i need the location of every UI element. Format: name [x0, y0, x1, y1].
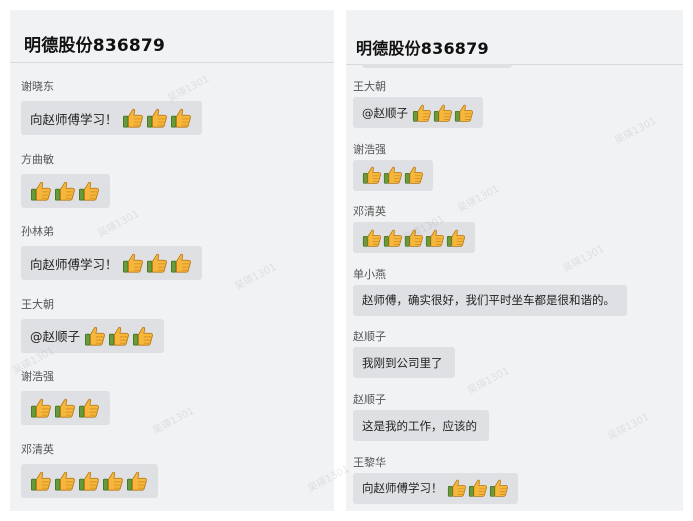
chat-header: 明德股份836879: [10, 10, 334, 63]
message-text: 向赵师傅学习！: [362, 481, 443, 496]
partial-message-bubble: [362, 64, 512, 68]
thumbs-up-icon: [78, 397, 100, 419]
group-title: 明德股份836879: [356, 39, 489, 58]
thumbs-up-icon: [30, 470, 52, 492]
message-bubble[interactable]: 向赵师傅学习！: [21, 246, 202, 281]
thumbs-up-icon: [30, 397, 52, 419]
thumbs-up-icon: [84, 325, 106, 347]
message-bubble[interactable]: 向赵师傅学习！: [353, 472, 518, 504]
sender-name[interactable]: 王大朝: [21, 296, 54, 312]
sender-name[interactable]: 王大朝: [353, 78, 386, 94]
thumbs-up-icon: [383, 228, 403, 248]
thumbs-up-icon: [404, 165, 424, 185]
thumbs-up-icon: [122, 252, 144, 274]
sender-name[interactable]: 单小燕: [353, 266, 386, 282]
sender-name[interactable]: 赵顺子: [353, 328, 386, 344]
thumbs-up-icon: [54, 180, 76, 202]
message-bubble[interactable]: @赵顺子: [21, 318, 165, 353]
sender-name[interactable]: 孙林弟: [21, 223, 54, 239]
thumbs-up-icon: [30, 180, 52, 202]
thumbs-up-icon: [132, 325, 154, 347]
message-text: @赵顺子: [362, 105, 408, 120]
chat-header: 明德股份836879: [346, 10, 683, 65]
thumbs-up-icon: [447, 478, 467, 498]
message-bubble[interactable]: 向赵师傅学习！: [21, 101, 202, 135]
message-bubble[interactable]: 赵师傅，确实很好，我们平时坐车都是很和谐的。: [353, 284, 627, 316]
thumbs-up-icon: [425, 228, 445, 248]
thumbs-up-icon: [146, 252, 168, 274]
chat-panel-right: 明德股份836879 王大朝 @赵顺子谢浩强邓清英单小燕赵师傅，确实很好，我们平时…: [346, 10, 683, 511]
thumbs-up-icon: [383, 165, 403, 185]
thumbs-up-icon: [126, 470, 148, 492]
message-bubble[interactable]: 我刚到公司里了: [353, 347, 455, 379]
thumbs-up-icon: [146, 107, 168, 129]
thumbs-up-icon: [122, 107, 144, 129]
message-text: 赵师傅，确实很好，我们平时坐车都是很和谐的。: [362, 293, 615, 308]
thumbs-up-icon: [468, 478, 488, 498]
sender-name[interactable]: 谢浩强: [353, 141, 386, 157]
thumbs-up-icon: [454, 103, 474, 123]
message-bubble[interactable]: [353, 222, 475, 254]
sender-name[interactable]: 方曲敏: [21, 151, 54, 167]
thumbs-up-icon: [433, 103, 453, 123]
thumbs-up-icon: [102, 470, 124, 492]
thumbs-up-icon: [78, 180, 100, 202]
message-text: 向赵师傅学习！: [30, 256, 118, 272]
message-bubble[interactable]: 这是我的工作，应该的: [353, 410, 489, 441]
message-bubble[interactable]: [21, 464, 158, 498]
group-title: 明德股份836879: [24, 36, 165, 56]
message-text: 我刚到公司里了: [362, 355, 443, 370]
thumbs-up-icon: [362, 228, 382, 248]
sender-name[interactable]: 王黎华: [353, 454, 386, 470]
sender-name[interactable]: 赵顺子: [353, 391, 386, 407]
message-text: @赵顺子: [30, 329, 81, 345]
message-text: 向赵师傅学习！: [30, 111, 118, 127]
thumbs-up-icon: [170, 252, 192, 274]
thumbs-up-icon: [78, 470, 100, 492]
sender-name[interactable]: 邓清英: [21, 441, 54, 457]
message-bubble[interactable]: @赵顺子: [353, 97, 483, 128]
thumbs-up-icon: [404, 228, 424, 248]
sender-name[interactable]: 谢晓东: [21, 78, 54, 94]
message-bubble[interactable]: [21, 173, 110, 208]
message-text: 这是我的工作，应该的: [362, 418, 477, 433]
chat-panel-left: 明德股份836879 谢晓东 向赵师傅学习！ 方曲敏 孙林弟 向赵师傅学习！ 王大朝 @赵顺…: [10, 10, 334, 511]
thumbs-up-icon: [489, 478, 509, 498]
thumbs-up-icon: [170, 107, 192, 129]
thumbs-up-icon: [446, 228, 466, 248]
message-bubble[interactable]: [21, 391, 110, 426]
thumbs-up-icon: [108, 325, 130, 347]
thumbs-up-icon: [362, 165, 382, 185]
thumbs-up-icon: [54, 470, 76, 492]
thumbs-up-icon: [412, 103, 432, 123]
sender-name[interactable]: 谢浩强: [21, 368, 54, 384]
message-bubble[interactable]: [353, 159, 433, 191]
sender-name[interactable]: 邓清英: [353, 203, 386, 219]
thumbs-up-icon: [54, 397, 76, 419]
